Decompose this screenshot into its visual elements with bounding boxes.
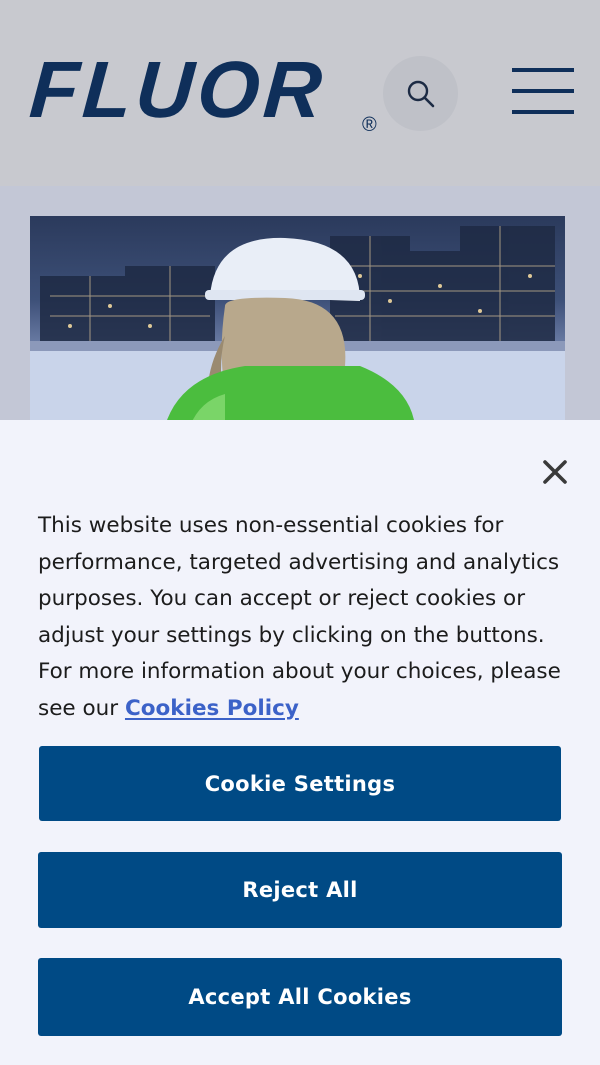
reject-all-button[interactable]: Reject All bbox=[38, 852, 562, 928]
hamburger-menu-icon bbox=[512, 110, 574, 114]
hero-illustration bbox=[30, 226, 565, 426]
close-icon bbox=[543, 460, 567, 484]
cookie-settings-button[interactable]: Cookie Settings bbox=[39, 746, 561, 821]
site-header: FLUOR ® bbox=[0, 0, 600, 186]
hero-image bbox=[30, 216, 565, 426]
fluor-logo[interactable]: FLUOR bbox=[27, 45, 329, 134]
hamburger-menu-icon bbox=[512, 68, 574, 72]
registered-mark: ® bbox=[362, 114, 377, 136]
cookie-message: This website uses non-essential cookies … bbox=[38, 508, 568, 727]
cookies-policy-link[interactable]: Cookies Policy bbox=[125, 696, 299, 721]
search-icon bbox=[407, 80, 434, 107]
hamburger-menu-icon bbox=[512, 89, 574, 93]
accept-all-cookies-button[interactable]: Accept All Cookies bbox=[38, 958, 562, 1036]
hamburger-menu-button[interactable] bbox=[512, 68, 574, 114]
search-button[interactable] bbox=[383, 56, 458, 131]
close-dialog-button[interactable] bbox=[538, 455, 572, 489]
cookie-message-text: This website uses non-essential cookies … bbox=[38, 513, 561, 721]
